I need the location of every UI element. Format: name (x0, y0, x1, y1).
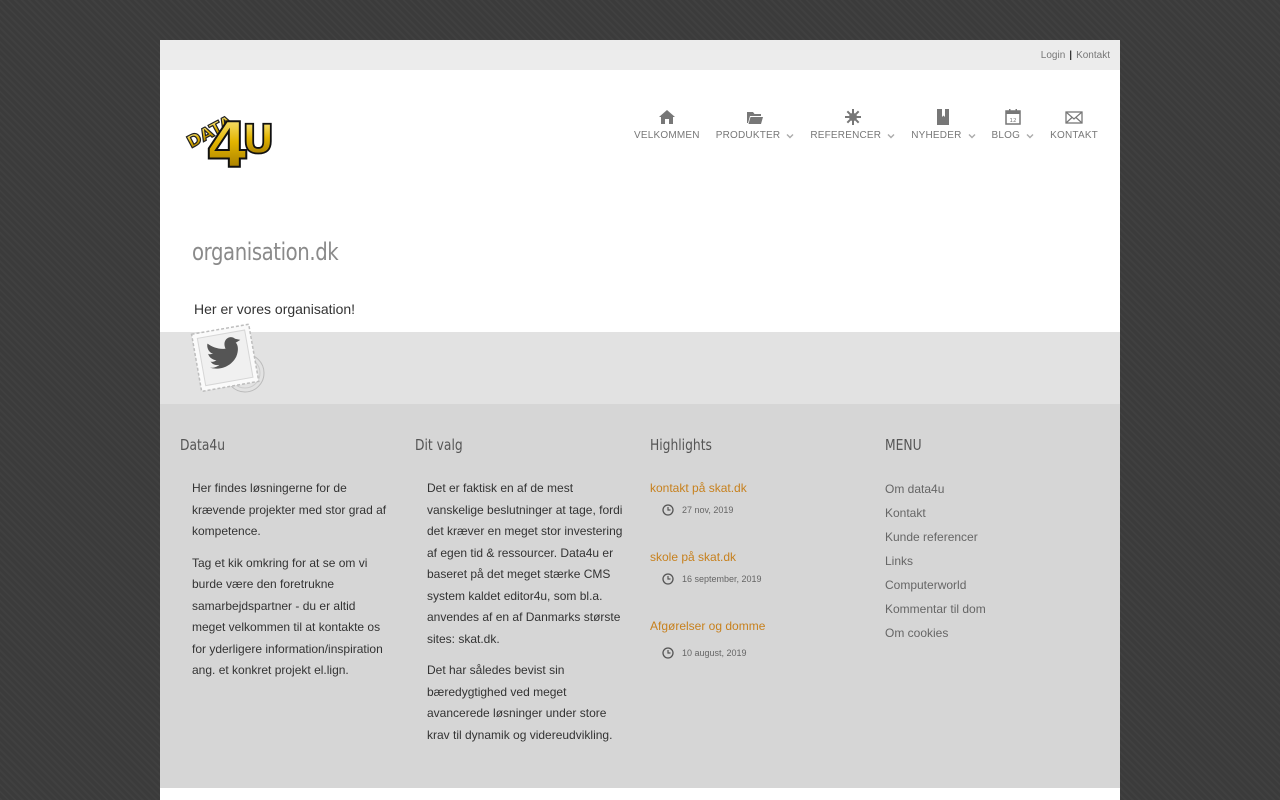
chevron-down-icon[interactable] (887, 132, 895, 140)
top-bar: Login | Kontakt (160, 40, 1120, 70)
footer-paragraph: Tag et kik omkring for at se om vi burde… (192, 555, 383, 678)
footer-paragraph: Det har således bevist sin bæredygtighed… (427, 663, 613, 742)
footer-menu-list: Om data4u Kontakt Kunde referencer Links… (885, 482, 986, 650)
calendar-icon: 12 (1004, 108, 1022, 126)
highlight-item: kontakt på skat.dk 27 nov, 2019 (650, 481, 747, 516)
nav-item-kontakt[interactable]: KONTAKT (1042, 108, 1106, 141)
nav-label: REFERENCER (810, 130, 882, 141)
svg-text:12: 12 (1009, 118, 1016, 124)
clock-icon (662, 647, 674, 659)
footer-col-menu: MENU Om data4u Kontakt Kunde referencer … (885, 436, 1100, 640)
chevron-down-icon[interactable] (1026, 132, 1034, 140)
footer-col-title: Highlights (650, 436, 712, 454)
social-band (160, 332, 1120, 404)
highlight-link[interactable]: kontakt på skat.dk (650, 481, 747, 495)
footer-paragraph: Her findes løsningerne for de krævende p… (192, 481, 387, 538)
highlight-date: 27 nov, 2019 (682, 505, 734, 515)
svg-text:U: U (242, 117, 274, 163)
footer-menu-item[interactable]: Kommentar til dom (885, 602, 986, 626)
footer-col-highlights: Highlights kontakt på skat.dk 27 nov, 20… (650, 436, 865, 659)
main-nav: VELKOMMEN PRODUKTER REFERENCER NYHEDER 12 BLO… (626, 108, 1106, 141)
contact-link[interactable]: Kontakt (1076, 50, 1110, 61)
highlight-item: skole på skat.dk 16 september, 2019 (650, 550, 762, 585)
intro-text: Her er vores organisation! (194, 301, 356, 317)
twitter-stamp-icon[interactable] (190, 321, 270, 399)
footer-menu-item[interactable]: Kunde referencer (885, 530, 986, 554)
data4u-logo[interactable]: DATA 4 U (180, 97, 286, 181)
page-title: organisation.dk (192, 238, 339, 266)
envelope-icon (1065, 108, 1083, 126)
highlight-date: 16 september, 2019 (682, 574, 762, 584)
footer-menu-item[interactable]: Om data4u (885, 482, 986, 506)
bottom-strip (160, 788, 1120, 800)
nav-item-blog[interactable]: 12 BLOG (984, 108, 1043, 141)
folder-icon (746, 108, 764, 126)
highlight-item: Afgørelser og domme 10 august, 2019 (650, 619, 765, 659)
highlight-link[interactable]: skole på skat.dk (650, 550, 736, 564)
clock-icon (662, 573, 674, 585)
footer-col-dit-valg: Dit valg Det er faktisk en af de mest va… (415, 436, 630, 742)
footer-area: Data4u Her findes løsningerne for de kræ… (160, 404, 1120, 788)
nav-item-velkommen[interactable]: VELKOMMEN (626, 108, 708, 141)
footer-col-title: Dit valg (415, 436, 463, 454)
footer-col-data4u: Data4u Her findes løsningerne for de kræ… (180, 436, 395, 677)
asterisk-icon (844, 108, 862, 126)
highlight-link[interactable]: Afgørelser og domme (650, 619, 765, 633)
home-icon (658, 108, 676, 126)
footer-menu-item[interactable]: Kontakt (885, 506, 986, 530)
highlight-date: 10 august, 2019 (682, 648, 747, 658)
chevron-down-icon[interactable] (786, 132, 794, 140)
footer-col-title: Data4u (180, 436, 225, 454)
page-wrapper: Login | Kontakt DATA 4 U VELKOMMEN PRODUK… (160, 40, 1120, 800)
chevron-down-icon[interactable] (968, 132, 976, 140)
nav-item-referencer[interactable]: REFERENCER (802, 108, 903, 141)
footer-menu-item[interactable]: Computerworld (885, 578, 986, 602)
footer-menu-item[interactable]: Om cookies (885, 626, 986, 650)
footer-menu-item[interactable]: Links (885, 554, 986, 578)
topbar-separator: | (1069, 49, 1073, 61)
nav-item-nyheder[interactable]: NYHEDER (903, 108, 983, 141)
nav-label: NYHEDER (911, 130, 962, 141)
footer-col-title: MENU (885, 436, 922, 454)
clock-icon (662, 504, 674, 516)
nav-label: VELKOMMEN (634, 130, 700, 141)
nav-item-produkter[interactable]: PRODUKTER (708, 108, 803, 141)
login-link[interactable]: Login (1041, 50, 1065, 61)
nav-label: PRODUKTER (715, 130, 781, 141)
book-icon (934, 108, 952, 126)
nav-label: BLOG (991, 130, 1021, 141)
footer-paragraph: Det er faktisk en af de mest vanskelige … (427, 481, 623, 646)
nav-label: KONTAKT (1050, 130, 1098, 141)
